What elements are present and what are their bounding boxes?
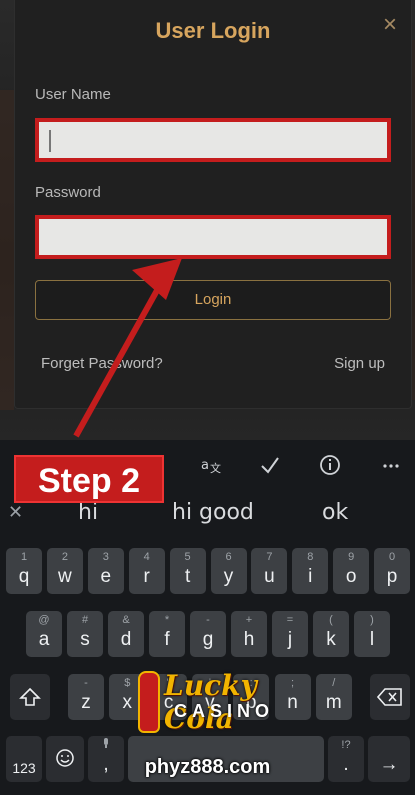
key-alt-label: & (122, 614, 130, 626)
check-icon[interactable] (255, 454, 285, 482)
text-caret (49, 130, 51, 152)
close-icon[interactable]: × (379, 13, 401, 37)
key-l[interactable]: ) l (354, 611, 390, 657)
key-label: d (120, 629, 132, 650)
key-alt-label: @ (38, 614, 50, 626)
key-alt-label: 7 (266, 551, 273, 563)
key-k[interactable]: (k (313, 611, 349, 657)
username-label: User Name (35, 86, 111, 103)
key-label: q (18, 566, 30, 587)
key-r[interactable]: 4r (128, 548, 165, 594)
key-e[interactable]: 3e (87, 548, 124, 594)
key-w[interactable]: 2w (46, 548, 83, 594)
svg-text:a: a (201, 458, 209, 473)
key-a[interactable]: @ a (26, 611, 62, 657)
key-alt-label: # (81, 614, 89, 626)
key-alt-label: 5 (184, 551, 191, 563)
password-field[interactable] (35, 215, 391, 259)
password-input[interactable] (39, 219, 387, 255)
key-label: o (345, 566, 357, 587)
key-alt-label: 0 (389, 551, 396, 563)
username-input[interactable] (39, 122, 387, 158)
key-u[interactable]: 7u (251, 548, 288, 594)
key-label: a (38, 629, 50, 650)
site-url: phyz888.com (144, 756, 271, 778)
key-label: k (326, 629, 336, 650)
forgot-password-link[interactable]: Forget Password? (41, 355, 163, 372)
dialog-title: User Login (155, 18, 271, 43)
key-i[interactable]: 8i (292, 548, 329, 594)
key-label: e (100, 566, 112, 587)
key-o[interactable]: 9o (333, 548, 370, 594)
key-alt-label: 1 (20, 551, 28, 563)
login-dialog: User Login × User Name Password Login Fo… (14, 0, 412, 409)
key-s[interactable]: # s (67, 611, 103, 657)
key-alt-label: 9 (348, 551, 355, 563)
suggestion-3[interactable]: ok (322, 500, 348, 525)
key-label: l (369, 629, 375, 650)
svg-text:文: 文 (210, 461, 221, 475)
key-alt-label: 6 (225, 551, 232, 563)
key-alt-label: / (332, 677, 336, 689)
key-label: j (287, 629, 293, 650)
key-g[interactable]: -g (190, 611, 226, 657)
key-alt-label: - (206, 614, 210, 626)
suggestion-2[interactable]: hi good (172, 500, 254, 525)
key-label: m (325, 692, 342, 713)
key-d[interactable]: & d (108, 611, 144, 657)
key-alt-label: 8 (307, 551, 314, 563)
background-edge-left (0, 90, 14, 410)
key-label: w (58, 566, 72, 587)
key-label: z (81, 692, 91, 713)
key-alt-label: = (286, 614, 294, 626)
key-label: t (184, 566, 191, 587)
password-label: Password (35, 184, 101, 201)
key-q[interactable]: 1q (6, 548, 42, 594)
key-alt-label: - (84, 677, 88, 689)
collapse-icon[interactable]: ✕ (8, 502, 23, 523)
key-label: i (308, 566, 313, 587)
info-icon[interactable] (315, 454, 345, 482)
bottle-icon (138, 671, 160, 733)
key-alt-label: ) (370, 614, 374, 626)
key-alt-label: 3 (102, 551, 109, 563)
key-label: h (243, 629, 255, 650)
shift-key[interactable] (10, 674, 50, 720)
logo-subtitle: CASINO (174, 701, 275, 721)
key-label: u (264, 566, 275, 587)
key-alt-label: ( (329, 614, 333, 626)
key-label: p (386, 566, 398, 587)
key-j[interactable]: = j (272, 611, 308, 657)
key-alt-label: * (164, 614, 170, 626)
backspace-key[interactable] (370, 674, 410, 720)
key-m[interactable]: / m (315, 674, 352, 720)
key-p[interactable]: 0p (374, 548, 411, 594)
username-field[interactable] (35, 118, 391, 162)
key-y[interactable]: 6y (210, 548, 247, 594)
key-t[interactable]: 5t (169, 548, 206, 594)
login-button[interactable]: Login (35, 280, 391, 320)
step-badge: Step 2 (14, 455, 164, 503)
key-alt-label: 2 (61, 551, 68, 563)
key-label: g (202, 629, 214, 650)
key-alt-label: + (245, 614, 253, 626)
translate-icon[interactable]: a文 (196, 454, 226, 482)
key-h[interactable]: + h (231, 611, 267, 657)
key-label: f (164, 629, 170, 650)
more-icon[interactable] (376, 454, 406, 482)
key-label: s (80, 629, 90, 650)
lucky-cola-logo: Lucky Cola CASINO (130, 665, 290, 745)
key-f[interactable]: * f (149, 611, 185, 657)
sign-up-link[interactable]: Sign up (334, 355, 385, 372)
key-z[interactable]: -z (68, 674, 104, 720)
key-label: y (223, 566, 234, 587)
key-label: r (143, 566, 150, 587)
key-alt-label: 4 (143, 551, 150, 563)
